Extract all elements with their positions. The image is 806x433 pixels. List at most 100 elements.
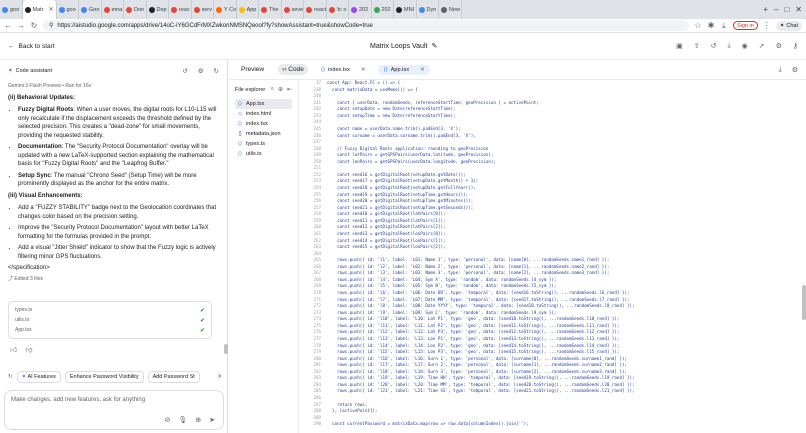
browser-tab[interactable]: goo✕ (0, 0, 23, 19)
download-icon[interactable]: ⤓ (779, 66, 782, 74)
assistant-message: Gemini 3 Flash Preview • Ran for 16s (ii… (8, 82, 220, 283)
explorer-file[interactable]: ◇ index.html (235, 109, 292, 119)
browser-tab[interactable]: ema✕ (102, 0, 124, 19)
behavioral-updates-list: Fuzzy Digital Roots: When a user moves, … (8, 106, 220, 189)
suggestion-chip[interactable]: Add Password St (147, 371, 200, 383)
browser-tab[interactable]: Dep✕ (147, 0, 169, 19)
explorer-file[interactable]: ⟨⟩ App.tsx (235, 99, 292, 109)
explorer-file[interactable]: ⟨⟩ utils.ts (235, 149, 292, 159)
history-icon[interactable]: ↺ (711, 42, 717, 50)
explorer-file-name: App.tsx (246, 101, 265, 107)
mic-icon[interactable]: 🎙︎ (178, 416, 187, 424)
settings-gear-icon[interactable]: ⚙ (792, 66, 798, 74)
refresh-suggestions-icon[interactable]: ↻ (8, 374, 13, 380)
layout-icon[interactable]: ▣ (676, 42, 683, 50)
explorer-file[interactable]: ⟨⟩ types.ts (235, 139, 292, 149)
share-icon[interactable]: ⇪ (694, 42, 700, 50)
tab-title: serv (201, 6, 212, 13)
extensions-icon[interactable]: ✱ (707, 21, 715, 30)
search-icon[interactable]: ⌕ (271, 86, 274, 93)
favicon-icon (418, 6, 425, 13)
close-window-icon[interactable]: ✕ (795, 5, 802, 14)
browser-tab[interactable]: serv✕ (192, 0, 214, 19)
key-icon[interactable]: ⚷ (793, 42, 798, 50)
reload-icon[interactable]: ↻ (30, 21, 38, 30)
explorer-file-name: utils.ts (246, 151, 262, 157)
browser-tab[interactable]: 202✕ (372, 0, 394, 19)
browser-tab[interactable]: Dyn✕ (417, 0, 439, 19)
site-info-icon[interactable]: ⚲ (49, 22, 53, 29)
menu-dots-icon[interactable]: ⋮ (763, 21, 771, 30)
list-item: Add a "FUZZY STABILITY" badge next to th… (18, 204, 220, 221)
edited-file-item[interactable]: types.ts ✔ (15, 305, 205, 315)
favicon-icon (373, 6, 380, 13)
section-heading: (ii) Behavioral Updates: (8, 94, 76, 101)
browser-tab[interactable]: New✕ (439, 0, 462, 19)
favicon-icon (81, 6, 87, 13)
attach-icon[interactable]: ⊘ (164, 416, 170, 424)
file-tab-index-tsx[interactable]: ⟨⟩ index.tsx ✕ (316, 65, 371, 75)
downloads-icon[interactable]: ⤓ (720, 21, 728, 31)
browser-tab[interactable]: The✕ (259, 0, 282, 19)
tsx-file-icon: ⟨⟩ (383, 66, 388, 73)
chat-button[interactable]: ✦ Chat (775, 20, 802, 31)
explorer-file[interactable]: {} metadata.json (235, 129, 292, 139)
code-tab[interactable]: ‹› Code (278, 64, 308, 75)
explorer-file[interactable]: ⟨⟩ index.tsx (235, 119, 292, 129)
suggestion-chip[interactable]: Enhance Password Visibility (64, 371, 144, 383)
bookmark-star-icon[interactable]: ☆ (694, 21, 702, 30)
forward-nav-icon[interactable]: → (17, 21, 25, 30)
code-toolbar: Preview ‹› Code ⟨⟩ index.tsx ✕ ⟨⟩ App.tsx ✕ … (229, 60, 806, 80)
url-field[interactable]: ⚲ https://aistudio.google.com/apps/drive… (43, 20, 689, 31)
back-to-start-button[interactable]: ← Back to start (8, 43, 55, 50)
suggestion-chip[interactable]: ✦ AI Features (16, 371, 61, 383)
collapse-icon[interactable]: ⇤ (287, 86, 292, 93)
preview-tab[interactable]: Preview (237, 64, 268, 75)
prompt-input[interactable]: Make changes, add new features, ask for … (4, 390, 224, 430)
maximize-icon[interactable]: □ (784, 5, 789, 14)
code-scrollbar[interactable] (802, 285, 806, 320)
minimize-icon[interactable]: – (774, 5, 778, 14)
settings-icon[interactable]: ⚙ (198, 67, 204, 75)
browser-tab[interactable]: Goo✕ (79, 0, 102, 19)
favicon-icon (2, 6, 8, 13)
browser-tab[interactable]: seve✕ (282, 0, 304, 19)
thumbs-up-icon[interactable]: 👍︎ (10, 345, 17, 354)
add-icon[interactable]: ⊕ (195, 416, 201, 424)
code-editor[interactable]: 17 const App: React.FC = () => {238 const… (301, 80, 799, 433)
code-text: const setupTime = new Date(referenceStar… (327, 112, 456, 118)
github-icon[interactable]: ◉ (742, 42, 748, 50)
browser-tab[interactable]: 202✕ (349, 0, 372, 19)
close-tab-icon[interactable]: ✕ (420, 67, 425, 73)
tab-title: 202 (381, 6, 391, 13)
browser-tab[interactable]: 'tc o✕ (327, 0, 349, 19)
sign-in-button[interactable]: Sign in (732, 21, 758, 30)
thumbs-down-icon[interactable]: 👎︎ (25, 345, 32, 354)
edited-file-item[interactable]: utils.ts ✔ (15, 315, 205, 325)
settings-gear-icon[interactable]: ⚙ (776, 42, 782, 50)
browser-tab[interactable]: MNI✕ (394, 0, 417, 19)
file-tab-app-tsx[interactable]: ⟨⟩ App.tsx ✕ (378, 64, 430, 75)
browser-tab[interactable]: App✕ (237, 0, 259, 19)
history-icon[interactable]: ↺ (182, 67, 187, 75)
send-icon[interactable]: ➤ (209, 416, 215, 424)
browser-tab[interactable]: Y Co✕ (214, 0, 237, 19)
add-file-icon[interactable]: ⊕ (278, 86, 283, 93)
browser-tab[interactable]: reac✕ (169, 0, 192, 19)
new-tab-icon[interactable]: + (763, 5, 768, 14)
tab-title: reac (179, 6, 190, 13)
back-nav-icon[interactable]: ← (4, 21, 12, 30)
edited-file-item[interactable]: App.tsx ✔ (15, 325, 205, 335)
assistant-scrollbar[interactable] (224, 344, 228, 354)
browser-tab[interactable]: react✕ (304, 0, 327, 19)
browser-tab[interactable]: Don✕ (124, 0, 147, 19)
browser-tab[interactable]: goo✕ (57, 0, 79, 19)
close-tab-icon[interactable]: ✕ (48, 6, 53, 13)
browser-tab[interactable]: Matr ✕ (22, 0, 57, 19)
edit-pencil-icon[interactable]: ✎ (431, 42, 437, 50)
close-suggestions-icon[interactable]: ✕ (217, 374, 222, 380)
deploy-icon[interactable]: ➚ (759, 42, 765, 50)
close-tab-icon[interactable]: ✕ (361, 67, 366, 73)
refresh-icon[interactable]: ↻ (214, 67, 219, 75)
download-icon[interactable]: ⤓ (727, 42, 730, 50)
